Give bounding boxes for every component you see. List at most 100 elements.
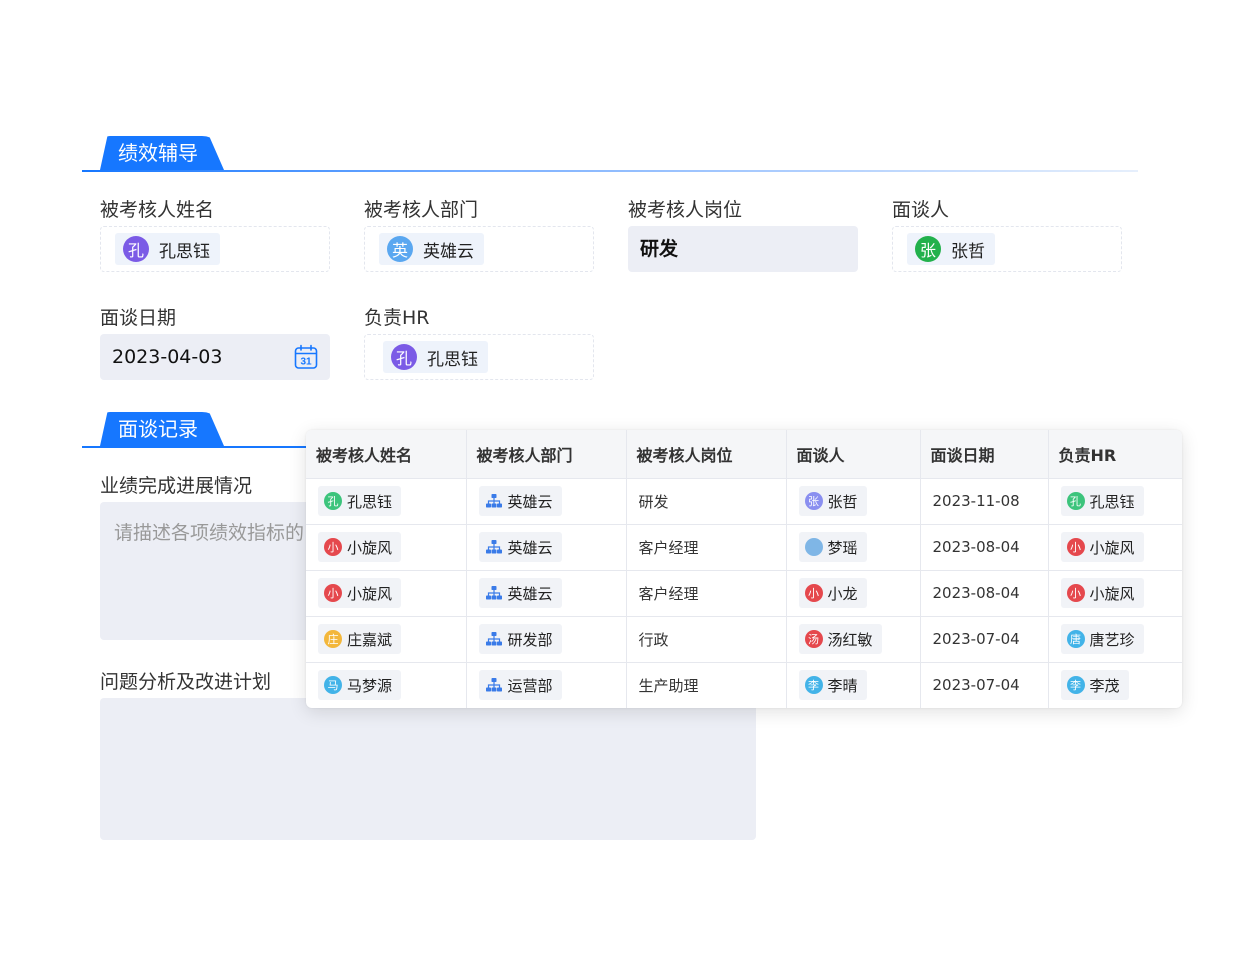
- column-header[interactable]: 被考核人部门: [466, 430, 627, 479]
- cell-name: 马马梦源: [306, 662, 467, 708]
- cell-hr: 小小旋风: [1048, 524, 1182, 571]
- user-name: 小旋风: [1089, 584, 1135, 603]
- hr-chip[interactable]: 孔孔思钰: [1060, 486, 1144, 516]
- cell-date: 2023-08-04: [920, 570, 1049, 617]
- user-avatar: 孔: [1066, 492, 1085, 510]
- user-avatar: 汤: [804, 630, 823, 648]
- hr-chip[interactable]: 唐唐艺珍: [1060, 624, 1144, 654]
- table-row[interactable]: 小小旋风 英雄云 客户经理 梦瑶 2023-08-04 小小旋风: [306, 524, 1182, 571]
- name-chip[interactable]: 庄庄嘉斌: [318, 624, 402, 654]
- dept-name: 英雄云: [507, 538, 553, 557]
- dept-label: 被考核人部门: [364, 199, 479, 221]
- cell-dept: 英雄云: [466, 524, 627, 571]
- table-row[interactable]: 孔孔思钰 英雄云 研发张张哲 2023-11-08 孔孔思钰: [306, 478, 1182, 525]
- dept-chip[interactable]: 运营部: [478, 670, 562, 701]
- name-field[interactable]: 孔 孔思钰: [100, 226, 330, 272]
- hr-chip[interactable]: 孔 孔思钰: [383, 341, 488, 373]
- cell-name: 小小旋风: [306, 524, 467, 571]
- column-header[interactable]: 被考核人姓名: [306, 430, 467, 479]
- dept-name: 英雄云: [507, 584, 553, 603]
- user-chip[interactable]: 孔 孔思钰: [115, 233, 220, 265]
- cell-post: 研发: [626, 478, 787, 525]
- interviewer-avatar: 张: [915, 236, 941, 262]
- dept-chip[interactable]: 研发部: [478, 624, 562, 654]
- interviewer-field[interactable]: 张 张哲: [892, 226, 1122, 272]
- calendar-day: 31: [300, 357, 312, 368]
- user-name: 孔思钰: [1089, 492, 1135, 511]
- section-divider: [82, 446, 312, 448]
- interviewer-chip[interactable]: 张张哲: [798, 486, 867, 516]
- plan-textarea[interactable]: [100, 698, 756, 840]
- cell-date: 2023-07-04: [920, 616, 1049, 663]
- cell-date: 2023-11-08: [920, 478, 1049, 525]
- user-avatar: 小: [324, 584, 342, 602]
- interviewer-chip[interactable]: 汤汤红敏: [798, 624, 882, 654]
- interviewer-chip[interactable]: 李李晴: [798, 670, 867, 701]
- user-avatar: 孔: [324, 492, 342, 510]
- user-name: 李晴: [827, 676, 858, 695]
- dept-chip[interactable]: 英雄云: [478, 486, 562, 516]
- cell-dept: 研发部: [466, 616, 627, 663]
- column-header[interactable]: 负责HR: [1048, 430, 1182, 479]
- table-row[interactable]: 马马梦源 运营部 生产助理李李晴 2023-07-04 李李茂: [306, 662, 1182, 708]
- calendar-icon[interactable]: 31: [294, 344, 318, 370]
- cell-post: 生产助理: [626, 662, 787, 708]
- user-name: 小龙: [827, 584, 858, 603]
- hr-chip[interactable]: 小小旋风: [1060, 532, 1144, 562]
- cell-dept: 运营部: [466, 662, 627, 708]
- post-field[interactable]: 研发: [628, 226, 858, 272]
- name-chip[interactable]: 小小旋风: [318, 532, 402, 562]
- user-avatar: 孔: [123, 236, 149, 262]
- cell-date: 2023-07-04: [920, 662, 1049, 708]
- cell-post: 客户经理: [626, 524, 787, 571]
- name-chip[interactable]: 小小旋风: [318, 578, 402, 608]
- cell-interviewer: 李李晴: [786, 662, 921, 708]
- section-header-coaching: 绩效辅导: [82, 136, 1138, 172]
- cell-interviewer: 梦瑶: [786, 524, 921, 571]
- section-title: 面谈记录: [100, 412, 224, 446]
- user-avatar: 小: [324, 538, 342, 556]
- user-name: 小旋风: [1089, 538, 1135, 557]
- org-icon: [485, 632, 502, 646]
- record-table: 被考核人姓名 被考核人部门 被考核人岗位 面谈人 面谈日期 负责HR 孔孔思钰英…: [306, 430, 1182, 708]
- cell-name: 孔孔思钰: [306, 478, 467, 525]
- date-field[interactable]: 2023-04-03 31: [100, 334, 330, 380]
- hr-field[interactable]: 孔 孔思钰: [364, 334, 594, 380]
- table-row[interactable]: 庄庄嘉斌 研发部 行政汤汤红敏 2023-07-04 唐唐艺珍: [306, 616, 1182, 663]
- org-icon: [485, 494, 502, 508]
- name-chip[interactable]: 马马梦源: [318, 670, 402, 701]
- user-name: 梦瑶: [827, 538, 858, 557]
- column-header[interactable]: 面谈人: [786, 430, 921, 479]
- interviewer-chip[interactable]: 张 张哲: [907, 233, 995, 265]
- dept-chip[interactable]: 英 英雄云: [379, 233, 484, 265]
- interviewer-chip[interactable]: 小小龙: [798, 578, 867, 608]
- interviewer-chip[interactable]: 梦瑶: [798, 532, 867, 562]
- dept-chip[interactable]: 英雄云: [478, 578, 562, 608]
- record-table-popup: 被考核人姓名 被考核人部门 被考核人岗位 面谈人 面谈日期 负责HR 孔孔思钰英…: [306, 430, 1182, 708]
- hr-chip[interactable]: 小小旋风: [1060, 578, 1144, 608]
- table-row[interactable]: 小小旋风 英雄云 客户经理小小龙 2023-08-04 小小旋风: [306, 570, 1182, 617]
- progress-label: 业绩完成进展情况: [100, 475, 253, 497]
- dept-field[interactable]: 英 英雄云: [364, 226, 594, 272]
- user-avatar: [804, 538, 823, 556]
- cell-dept: 英雄云: [466, 570, 627, 617]
- user-name: 汤红敏: [827, 630, 873, 649]
- org-icon: [485, 678, 502, 692]
- cell-name: 小小旋风: [306, 570, 467, 617]
- cell-interviewer: 张张哲: [786, 478, 921, 525]
- user-avatar: 小: [1066, 538, 1085, 556]
- name-chip[interactable]: 孔孔思钰: [318, 486, 402, 516]
- user-name: 孔思钰: [347, 492, 393, 511]
- cell-dept: 英雄云: [466, 478, 627, 525]
- date-value: 2023-04-03: [112, 346, 223, 368]
- column-header[interactable]: 面谈日期: [920, 430, 1049, 479]
- cell-hr: 小小旋风: [1048, 570, 1182, 617]
- hr-name: 孔思钰: [427, 349, 478, 370]
- dept-chip[interactable]: 英雄云: [478, 532, 562, 562]
- user-avatar: 张: [804, 492, 823, 510]
- progress-textarea[interactable]: [100, 502, 330, 640]
- column-header[interactable]: 被考核人岗位: [626, 430, 787, 479]
- table-header-row: 被考核人姓名 被考核人部门 被考核人岗位 面谈人 面谈日期 负责HR: [306, 430, 1182, 479]
- user-name: 唐艺珍: [1089, 630, 1135, 649]
- hr-chip[interactable]: 李李茂: [1060, 670, 1129, 701]
